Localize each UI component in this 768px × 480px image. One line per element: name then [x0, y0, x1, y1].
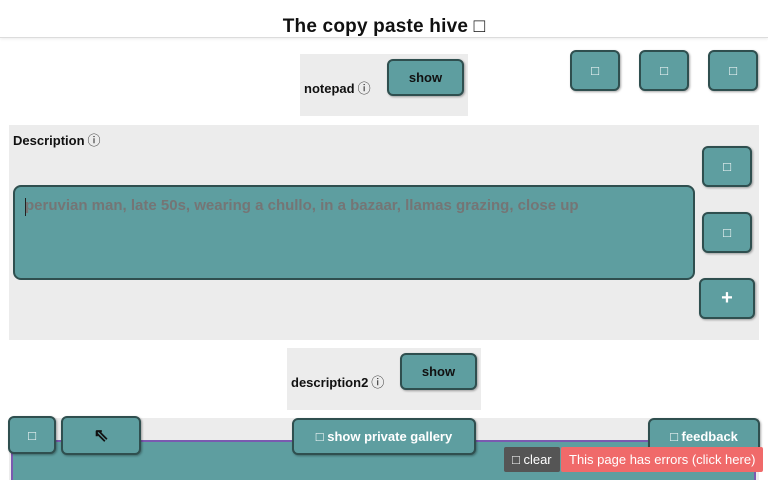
show-private-gallery-button[interactable]: □ show private gallery [292, 418, 476, 455]
errors-banner[interactable]: This page has errors (click here) [561, 447, 764, 472]
notepad-show-button[interactable]: show [387, 59, 464, 96]
bottom-left-button[interactable]: □ [8, 416, 56, 454]
notepad-label-text: notepad [304, 81, 355, 96]
notepad-label: notepad ⓘ [304, 78, 371, 97]
description-label: Description ⓘ [13, 130, 101, 149]
toolbar-button-1[interactable]: □ [570, 50, 620, 91]
info-icon[interactable]: ⓘ [88, 133, 101, 148]
text-caret [25, 198, 26, 216]
clear-button[interactable]: □ clear [504, 447, 560, 472]
toolbar-button-3[interactable]: □ [708, 50, 758, 91]
description-label-text: Description [13, 133, 85, 148]
description-input[interactable] [13, 185, 695, 280]
description2-show-button[interactable]: show [400, 353, 477, 390]
toolbar-button-2[interactable]: □ [639, 50, 689, 91]
description2-label-text: description2 [291, 375, 369, 390]
add-button[interactable]: + [699, 278, 755, 319]
top-header: The copy paste hive □ [0, 0, 768, 38]
info-icon[interactable]: ⓘ [358, 81, 371, 96]
description-side-button-2[interactable]: □ [702, 212, 752, 253]
description2-label: description2 ⓘ [291, 372, 384, 391]
description-side-button-1[interactable]: □ [702, 146, 752, 187]
page-title: The copy paste hive □ [282, 16, 486, 37]
collapse-arrow-button[interactable]: ⇖ [61, 416, 141, 455]
info-icon[interactable]: ⓘ [371, 375, 384, 390]
